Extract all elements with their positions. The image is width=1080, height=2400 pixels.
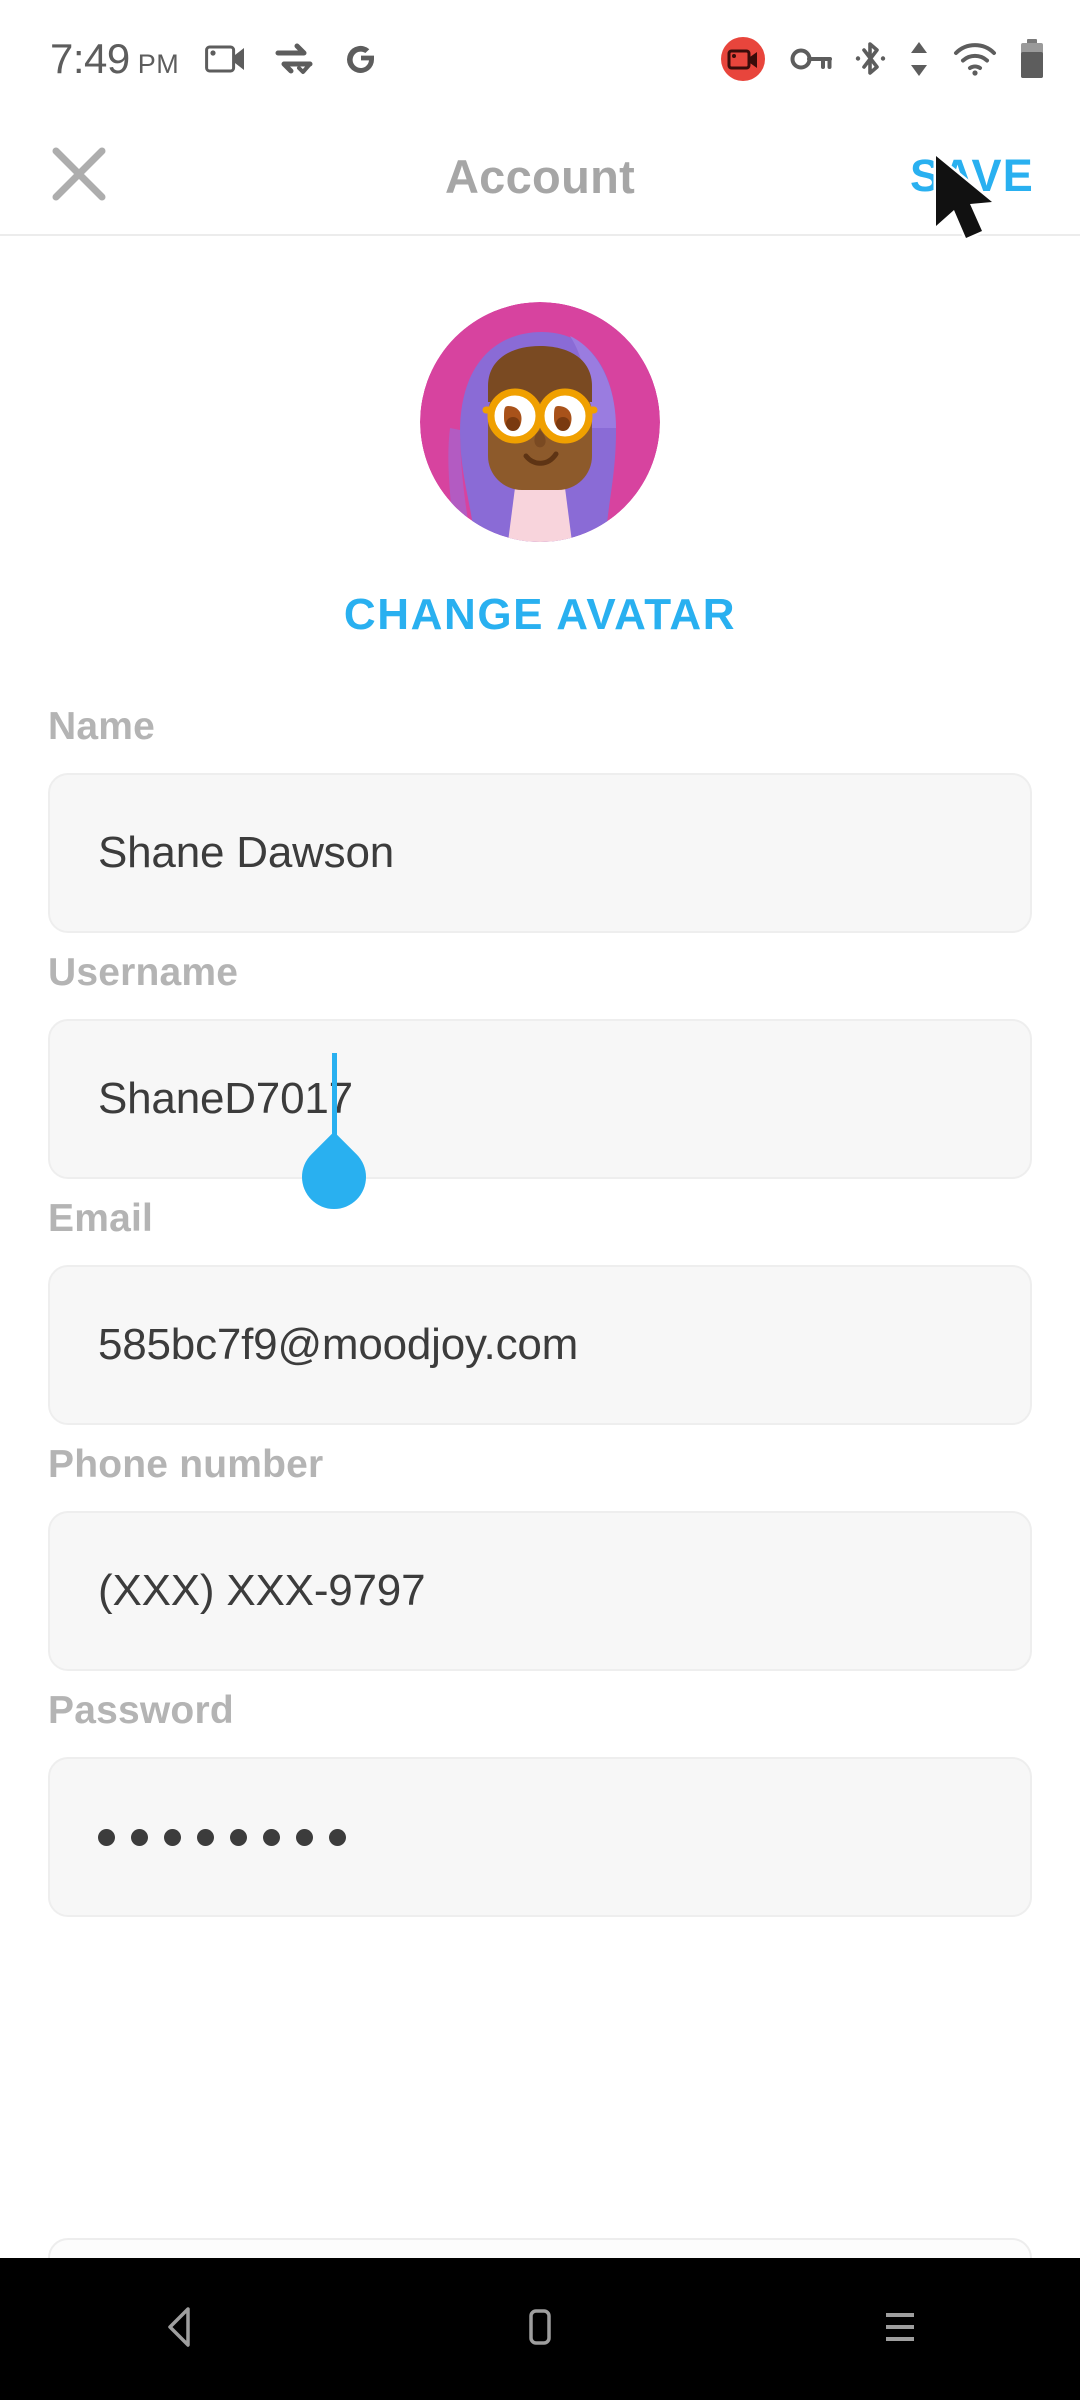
email-input[interactable]: 585bc7f9@moodjoy.com xyxy=(48,1265,1032,1425)
phone-number-input[interactable]: (XXX) XXX-9797 xyxy=(48,1511,1032,1671)
avatar-section: CHANGE AVATAR xyxy=(0,302,1080,640)
username-input[interactable]: ShaneD7017 xyxy=(48,1019,1032,1223)
google-g-icon xyxy=(341,39,381,79)
screen-record-icon xyxy=(205,42,247,76)
status-bar-left: 7:49 PM xyxy=(50,35,381,83)
field-name: Name Shane Dawson xyxy=(48,705,1032,933)
screen-record-active-icon xyxy=(716,32,770,86)
clock-time: 7:49 xyxy=(50,35,130,82)
app-header: Account SAVE xyxy=(0,118,1080,236)
avatar[interactable] xyxy=(420,302,660,542)
status-bar-right xyxy=(716,32,1046,86)
vpn-key-icon xyxy=(790,42,834,76)
phone-screen: 7:49 PM Account SAVE CHANGE AVATAR Name … xyxy=(0,0,1080,2400)
field-phone-number: Phone number (XXX) XXX-9797 xyxy=(48,1443,1032,1671)
battery-icon xyxy=(1018,37,1046,81)
field-password: Password xyxy=(48,1689,1032,1917)
account-form: Name Shane Dawson Username ShaneD7017 Em… xyxy=(0,705,1080,1935)
field-label-email: Email xyxy=(48,1197,154,1240)
password-input-value xyxy=(98,1828,346,1846)
field-username: Username ShaneD7017 xyxy=(48,951,1032,1223)
save-button[interactable]: SAVE xyxy=(910,150,1034,202)
nav-home-button[interactable] xyxy=(465,2258,615,2400)
avatar-illustration xyxy=(420,302,660,542)
nav-back-button[interactable] xyxy=(105,2258,255,2400)
data-transfer-icon xyxy=(906,38,932,80)
field-label-phone-number: Phone number xyxy=(48,1443,324,1486)
nav-recents-button[interactable] xyxy=(825,2258,975,2400)
status-clock: 7:49 PM xyxy=(50,35,179,83)
status-bar: 7:49 PM xyxy=(0,0,1080,118)
name-input-value: Shane Dawson xyxy=(98,828,395,877)
password-input[interactable] xyxy=(48,1757,1032,1917)
field-label-username: Username xyxy=(48,951,239,994)
email-input-value: 585bc7f9@moodjoy.com xyxy=(98,1320,579,1369)
sync-transfer-icon xyxy=(273,41,315,77)
bluetooth-icon xyxy=(854,38,886,80)
clock-ampm: PM xyxy=(137,49,180,79)
wifi-icon xyxy=(952,41,998,77)
field-label-password: Password xyxy=(48,1689,234,1732)
android-nav-bar xyxy=(0,2258,1080,2400)
phone-number-input-value: (XXX) XXX-9797 xyxy=(98,1566,426,1615)
name-input[interactable]: Shane Dawson xyxy=(48,773,1032,933)
username-input-value: ShaneD7017 xyxy=(98,1074,353,1123)
home-icon xyxy=(518,2305,562,2354)
recents-icon xyxy=(876,2305,924,2354)
field-label-name: Name xyxy=(48,705,156,748)
back-icon xyxy=(156,2303,204,2356)
field-email: Email 585bc7f9@moodjoy.com xyxy=(48,1197,1032,1425)
change-avatar-button[interactable]: CHANGE AVATAR xyxy=(344,590,736,640)
